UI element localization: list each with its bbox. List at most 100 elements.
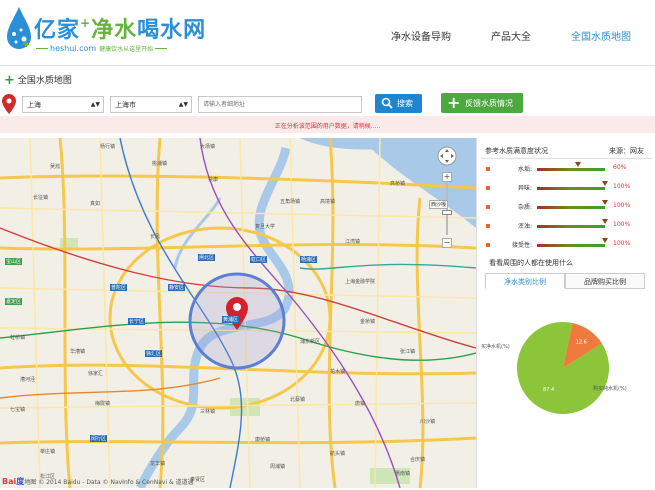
tab-brand-ratio[interactable]: 品牌购买比例 — [565, 273, 645, 289]
breadcrumb-label: 全国水质地图 — [17, 76, 72, 86]
rating-row: 杂质: 100% — [477, 200, 655, 214]
rating-percent: 60% — [613, 164, 627, 171]
water-drop-icon — [7, 7, 31, 49]
brand-name: 亿家+净水喝水网 — [34, 16, 207, 43]
map-label: 虹桥镇 — [10, 335, 26, 341]
map-label: 花木镇 — [330, 369, 346, 375]
pan-control-icon[interactable] — [437, 146, 457, 166]
map-label: 长宁区 — [128, 318, 146, 325]
map-label: 长征镇 — [33, 195, 49, 201]
rating-bar — [537, 244, 605, 247]
zoom-out-button[interactable]: − — [442, 238, 452, 248]
site-logo[interactable]: 亿家+净水喝水网 heshui.com 健康饮水从这里开始 — [4, 4, 205, 60]
map-label: 康桥镇 — [255, 437, 271, 443]
rating-percent: 100% — [613, 240, 631, 247]
pie-svg: 87.4 买净水机(%) 12.6 购买纯水机(%) — [481, 322, 627, 414]
plus-icon: + — [4, 73, 15, 88]
zoom-slider-track[interactable] — [446, 183, 448, 235]
feedback-button[interactable]: + 反馈水质情况 — [441, 93, 523, 113]
rating-name: 杂质: — [517, 204, 532, 211]
nav-item-water-map[interactable]: 全国水质地图 — [571, 28, 631, 43]
province-select[interactable]: 上海 ▲▼ — [22, 96, 104, 113]
rating-percent: 100% — [613, 183, 631, 190]
map-label: 闵行区 — [90, 435, 108, 442]
panel-source: 来源：网友 — [609, 147, 644, 155]
bullet-icon — [486, 224, 490, 228]
brand-domain: heshui.com 健康饮水从这里开始 — [34, 44, 169, 53]
nav-item-guide[interactable]: 净水设备导购 — [391, 28, 451, 43]
divider — [481, 158, 652, 159]
rating-name: 浑浊: — [517, 223, 532, 230]
map-label: 金桥镇 — [360, 319, 376, 325]
map-label: 徐汇区 — [145, 350, 163, 357]
map-label: 江湾镇 — [345, 239, 361, 245]
rating-name: 异味: — [517, 185, 532, 192]
nav-item-products[interactable]: 产品大全 — [491, 28, 531, 43]
pie-data-label: 12.6 — [576, 340, 587, 346]
location-pin-icon — [2, 94, 16, 114]
map-label: 杨行镇 — [100, 144, 116, 150]
map-label: 浦东新区 — [300, 339, 321, 345]
bullet-icon — [486, 205, 490, 209]
status-notice: 正在分析该范围的用户数据，请稍候..... — [0, 116, 655, 133]
rating-row: 水垢: 60% — [477, 162, 655, 176]
map-label: 七宝镇 — [10, 407, 26, 413]
map-label: 高境镇 — [320, 199, 336, 205]
usage-heading: 看看周围的人都在使用什么 — [489, 259, 573, 267]
search-icon — [381, 97, 393, 109]
rating-bar — [537, 187, 605, 190]
map-label: 虹口区 — [250, 256, 268, 263]
rating-marker-icon — [602, 181, 608, 186]
map-label: 共康 — [208, 177, 219, 183]
usage-pie-chart: 87.4 买净水机(%) 12.6 购买纯水机(%) — [477, 293, 655, 488]
tab-category-ratio[interactable]: 净水类别比例 — [485, 273, 565, 289]
bullet-icon — [486, 243, 490, 247]
map-label: 真如 — [90, 201, 101, 207]
rating-name: 水垢: — [517, 166, 532, 173]
zoom-in-button[interactable]: + — [442, 172, 452, 182]
rating-marker-icon — [602, 200, 608, 205]
rating-bar — [537, 168, 605, 171]
map-label: 惠南镇 — [395, 471, 411, 477]
map-label: 普陀区 — [110, 284, 128, 291]
map-label: 黄浦区 — [222, 316, 240, 323]
chevron-down-icon: ▲▼ — [90, 101, 100, 108]
bullet-icon — [486, 167, 490, 171]
map-label: 漕河泾 — [20, 377, 36, 383]
plus-icon: + — [447, 93, 461, 112]
map-label: 北蔡镇 — [290, 397, 306, 403]
rating-row: 接受性: 100% — [477, 238, 655, 252]
map-label: 梅陇镇 — [95, 401, 111, 407]
map-label: 张江镇 — [400, 349, 416, 355]
rating-bar — [537, 225, 605, 228]
street-label: 西沙嘎 — [429, 200, 449, 209]
map-label: 川沙镇 — [420, 419, 436, 425]
address-input[interactable] — [198, 96, 362, 113]
pie-data-label: 87.4 — [543, 387, 554, 393]
site-header: 亿家+净水喝水网 heshui.com 健康饮水从这里开始 净水设备导购 产品大全… — [0, 0, 655, 66]
map-base — [0, 138, 476, 488]
rating-name: 接受性: — [511, 242, 532, 249]
zoom-slider-handle[interactable] — [442, 210, 452, 215]
map-label: 杨浦区 — [300, 256, 318, 263]
map-label: 华漕镇 — [70, 349, 86, 355]
rating-percent: 100% — [613, 221, 631, 228]
map-label: 三林镇 — [200, 409, 216, 415]
map-label: 静安区 — [168, 284, 186, 291]
map-label: 五角场镇 — [280, 199, 301, 205]
map-attribution: Bai度地图 © 2014 Baidu - Data © NavInfo & C… — [2, 477, 194, 486]
water-quality-map[interactable]: 桃浦镇 共康 长征镇 真如 长风 普陀区 静安区 复旦大学 江湾镇 上海金融学院… — [0, 138, 476, 488]
rating-row: 异味: 100% — [477, 181, 655, 195]
map-label: 合庆镇 — [410, 457, 426, 463]
city-select[interactable]: 上海市 ▲▼ — [110, 96, 192, 113]
pie-category-label: 购买纯水机(%) — [593, 385, 627, 392]
rating-row: 浑浊: 100% — [477, 219, 655, 233]
map-label: 上海金融学院 — [345, 279, 376, 285]
map-label: 周浦镇 — [270, 464, 286, 470]
rating-bar — [537, 206, 605, 209]
search-button[interactable]: 搜索 — [375, 94, 422, 113]
map-label: 徐家汇 — [88, 371, 104, 377]
breadcrumb: + 全国水质地图 — [4, 73, 72, 88]
bullet-icon — [486, 186, 490, 190]
chevron-down-icon: ▲▼ — [178, 101, 188, 108]
